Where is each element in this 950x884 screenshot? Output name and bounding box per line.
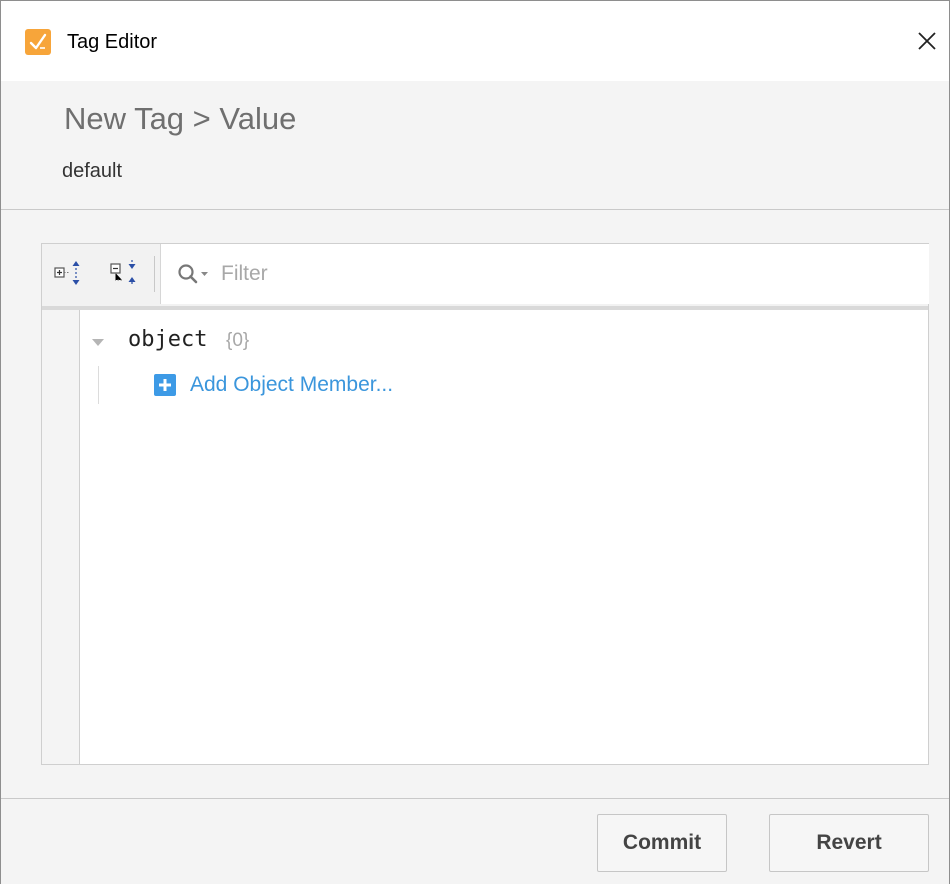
triangle-down-icon <box>92 339 104 346</box>
toolbar-separator <box>154 256 155 292</box>
tag-editor-window: Tag Editor New Tag > Value default Filte… <box>0 0 950 884</box>
object-node-key: object <box>128 327 208 352</box>
window-title: Tag Editor <box>67 31 158 53</box>
plus-icon <box>154 374 176 396</box>
collapse-all-icon <box>110 260 136 286</box>
line-gutter <box>42 310 80 764</box>
revert-button[interactable]: Revert <box>769 814 929 872</box>
tree-indent-guide <box>98 366 99 404</box>
json-tree: object {0} Add Object Member... <box>80 310 928 764</box>
add-object-member-link[interactable]: Add Object Member... <box>154 372 393 398</box>
json-value-editor: object {0} Add Object Member... <box>41 243 929 765</box>
editor-footer: Commit Revert <box>1 798 949 884</box>
editor-header: New Tag > Value default <box>1 81 949 210</box>
tag-editor-app-icon <box>25 29 51 55</box>
expand-all-button[interactable] <box>54 258 84 288</box>
filter-input[interactable] <box>219 256 903 292</box>
commit-button[interactable]: Commit <box>597 814 727 872</box>
filter-box <box>160 244 929 304</box>
collapse-all-button[interactable] <box>110 258 140 288</box>
expand-all-icon <box>54 261 80 285</box>
breadcrumb: New Tag > Value <box>64 101 297 136</box>
object-member-count: {0} <box>226 330 250 351</box>
tag-provider-label: default <box>62 160 123 182</box>
editor-toolbar <box>42 244 929 310</box>
search-icon[interactable] <box>177 263 211 285</box>
collapse-node-toggle[interactable] <box>90 334 106 346</box>
close-button[interactable] <box>913 25 941 57</box>
add-object-member-label: Add Object Member... <box>190 373 394 396</box>
title-bar: Tag Editor <box>1 1 949 81</box>
close-icon <box>918 32 936 50</box>
